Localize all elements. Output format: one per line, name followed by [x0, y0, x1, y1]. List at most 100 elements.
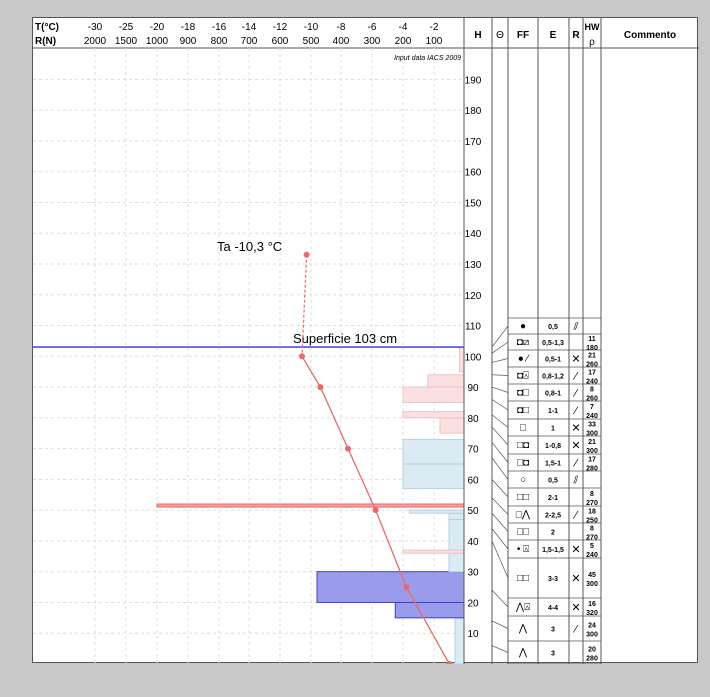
layer-grain-size: 2-2,5 — [545, 513, 561, 520]
layer-connector — [491, 399, 509, 411]
layer-water-equivalent: 18 — [588, 509, 596, 516]
layer-grain-size: 4-4 — [548, 605, 558, 612]
ram-bar-red — [402, 411, 465, 419]
layer-density: 280 — [586, 656, 598, 663]
layer-hardness: ✕ — [571, 602, 580, 614]
ram-bar-red — [427, 374, 465, 388]
height-tick-label: 130 — [465, 260, 482, 271]
temp-tick-label: -16 — [212, 22, 227, 33]
ram-bar-blue — [448, 512, 465, 520]
layer-grain-form: ◘□ — [517, 388, 529, 399]
layer-grain-size: 1,5-1 — [545, 461, 561, 468]
layer-density: 250 — [586, 518, 598, 525]
ram-bar-blue — [448, 518, 465, 554]
layer-grain-size: 1,5-1,5 — [542, 547, 564, 554]
layer-density: 300 — [586, 632, 598, 639]
height-tick-label: 50 — [467, 506, 479, 517]
temp-tick-label: -20 — [150, 22, 165, 33]
layer-water-equivalent: 8 — [590, 491, 594, 498]
layer-grain-form: □□ — [517, 527, 529, 538]
height-tick-label: 140 — [465, 229, 482, 240]
temp-tick-label: -2 — [430, 22, 439, 33]
resistance-tick-label: 300 — [364, 36, 381, 47]
resistance-tick-label: 1000 — [146, 36, 169, 47]
layer-hardness: ⁄ — [572, 405, 579, 417]
ram-bar-red — [439, 417, 465, 434]
layer-density: 240 — [586, 552, 598, 559]
layer-density: 270 — [586, 535, 598, 542]
height-tick-label: 10 — [467, 629, 479, 640]
layer-grain-form: ⋀⍓ — [515, 602, 530, 613]
resistance-tick-label: 700 — [241, 36, 258, 47]
temperature-point — [298, 353, 305, 360]
layer-grain-size: 2 — [551, 530, 555, 537]
height-tick-label: 30 — [467, 568, 479, 579]
layer-grain-size: 2-1 — [548, 495, 558, 502]
layer-grain-form: ◘⍓ — [517, 371, 529, 382]
layer-grain-size: 0,5-1 — [545, 357, 561, 364]
layer-connector — [491, 386, 509, 393]
layer-grain-size: 0,5 — [548, 324, 558, 331]
resistance-tick-label: 600 — [272, 36, 289, 47]
layer-connector — [491, 457, 509, 480]
height-tick-label: 20 — [467, 598, 479, 609]
layer-grain-size: 3 — [551, 627, 555, 634]
layer-hardness: ⁄ — [572, 388, 579, 400]
temp-tick-label: -25 — [119, 22, 134, 33]
air-temp-label: Ta -10,3 °C — [217, 239, 282, 254]
ram-bar-blue — [454, 617, 465, 664]
layer-grain-form: □◘ — [517, 440, 529, 451]
height-tick-label: 80 — [467, 414, 479, 425]
height-tick-label: 60 — [467, 475, 479, 486]
layer-water-equivalent: 45 — [588, 572, 596, 579]
layer-grain-form: ⋀ — [518, 648, 528, 659]
column-header-rho: ρ — [589, 37, 595, 48]
temp-tick-label: -12 — [273, 22, 288, 33]
layer-water-equivalent: 21 — [588, 353, 596, 360]
layer-grain-size: 3 — [551, 651, 555, 658]
height-tick-label: 120 — [465, 291, 482, 302]
temp-tick-label: -14 — [242, 22, 257, 33]
resistance-tick-label: 400 — [333, 36, 350, 47]
layer-grain-form: ◘⧄ — [517, 337, 529, 348]
height-tick-label: 190 — [465, 75, 482, 86]
ram-bar-blue — [394, 601, 465, 619]
layer-water-equivalent: 21 — [588, 439, 596, 446]
layer-water-equivalent: 24 — [588, 623, 596, 630]
column-header-r: R — [572, 30, 580, 41]
height-tick-label: 110 — [465, 322, 481, 333]
layer-hardness: ✕ — [571, 573, 580, 585]
layer-grain-form: ● — [520, 321, 526, 332]
layer-connector — [491, 414, 509, 428]
ram-bar-blue — [448, 552, 465, 573]
layer-density: 270 — [586, 500, 598, 507]
ram-bar-blue — [316, 571, 465, 603]
layer-water-equivalent: 17 — [588, 457, 596, 464]
height-tick-label: 40 — [467, 537, 479, 548]
layer-grain-size: 3-3 — [548, 576, 558, 583]
ram-bar-blue — [408, 509, 465, 514]
layer-water-equivalent: 8 — [590, 387, 594, 394]
layer-grain-size: 0,5-1,3 — [542, 340, 564, 347]
layer-density: 180 — [586, 345, 598, 352]
height-tick-label: 70 — [467, 445, 479, 456]
layer-density: 260 — [586, 396, 598, 403]
resistance-tick-label: 200 — [395, 36, 412, 47]
layer-grain-form: □⋀ — [516, 510, 531, 521]
column-header-e: E — [550, 30, 557, 41]
temperature-point — [345, 445, 352, 452]
temp-tick-label: -4 — [399, 22, 408, 33]
layer-connector — [491, 645, 509, 653]
column-header-hw: HW — [585, 22, 600, 32]
layer-grain-size: 0,8-1 — [545, 391, 561, 398]
layer-hardness: ⁄ — [572, 458, 579, 470]
column-header-ff: FF — [517, 30, 529, 41]
ram-bar-blue — [402, 438, 465, 465]
layer-density: 300 — [586, 581, 598, 588]
layer-water-equivalent: 33 — [588, 422, 596, 429]
temp-tick-label: -10 — [304, 22, 319, 33]
layer-grain-form: ⋀ — [518, 624, 528, 635]
layer-water-equivalent: 11 — [588, 336, 596, 343]
height-tick-label: 180 — [465, 106, 482, 117]
layer-hardness: ⁄ — [572, 371, 579, 383]
